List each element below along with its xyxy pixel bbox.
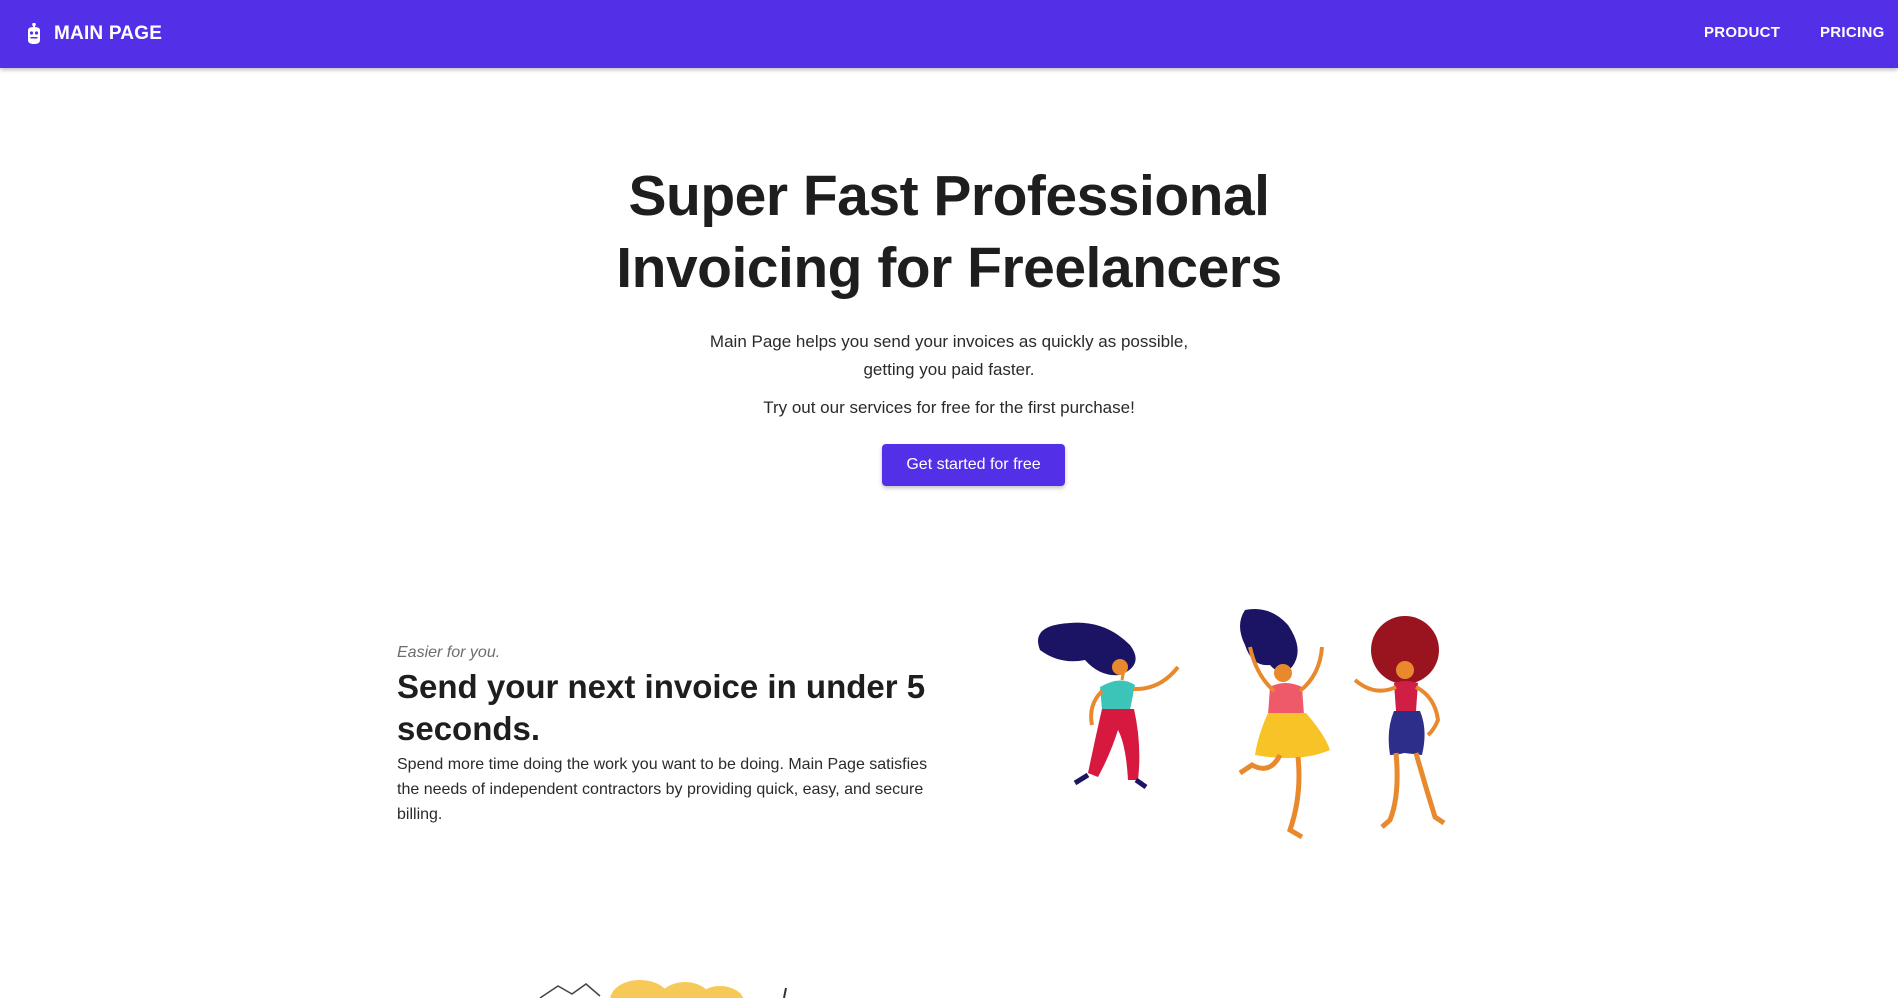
nav-product-link[interactable]: PRODUCT — [1704, 24, 1780, 41]
robot-icon — [28, 23, 40, 44]
brand[interactable]: MAIN PAGE — [26, 20, 162, 48]
hero-subtitle-line-1: Main Page helps you send your invoices a… — [709, 332, 1189, 351]
partial-illustration — [539, 980, 787, 998]
brand-name: MAIN PAGE — [54, 23, 163, 44]
feature-title: Send your next invoice in under 5 second… — [397, 668, 926, 747]
top-navbar: MAIN PAGE PRODUCT PRICING — [0, 0, 1898, 68]
feature-eyebrow: Easier for you. — [397, 644, 501, 661]
hero-title: Super Fast Professional Invoicing for Fr… — [549, 160, 1349, 304]
nav-pricing-link[interactable]: PRICING — [1820, 24, 1885, 41]
hero-subtitle: Main Page helps you send your invoices a… — [649, 328, 1249, 384]
hero-title-line-1: Super Fast Professional — [628, 164, 1270, 228]
dancer-one — [1038, 622, 1180, 790]
dancer-three — [1353, 616, 1446, 829]
dancing-women-illustration — [1038, 609, 1446, 840]
get-started-button[interactable]: Get started for free — [882, 444, 1065, 486]
hero-subtitle-line-2: getting you paid faster. — [863, 360, 1035, 379]
hero-free-trial-text: Try out our services for free for the fi… — [763, 398, 1135, 417]
feature-description: Spend more time doing the work you want … — [397, 756, 928, 823]
hero-title-line-2: Invoicing for Freelancers — [616, 236, 1282, 300]
dancer-two — [1238, 609, 1330, 840]
